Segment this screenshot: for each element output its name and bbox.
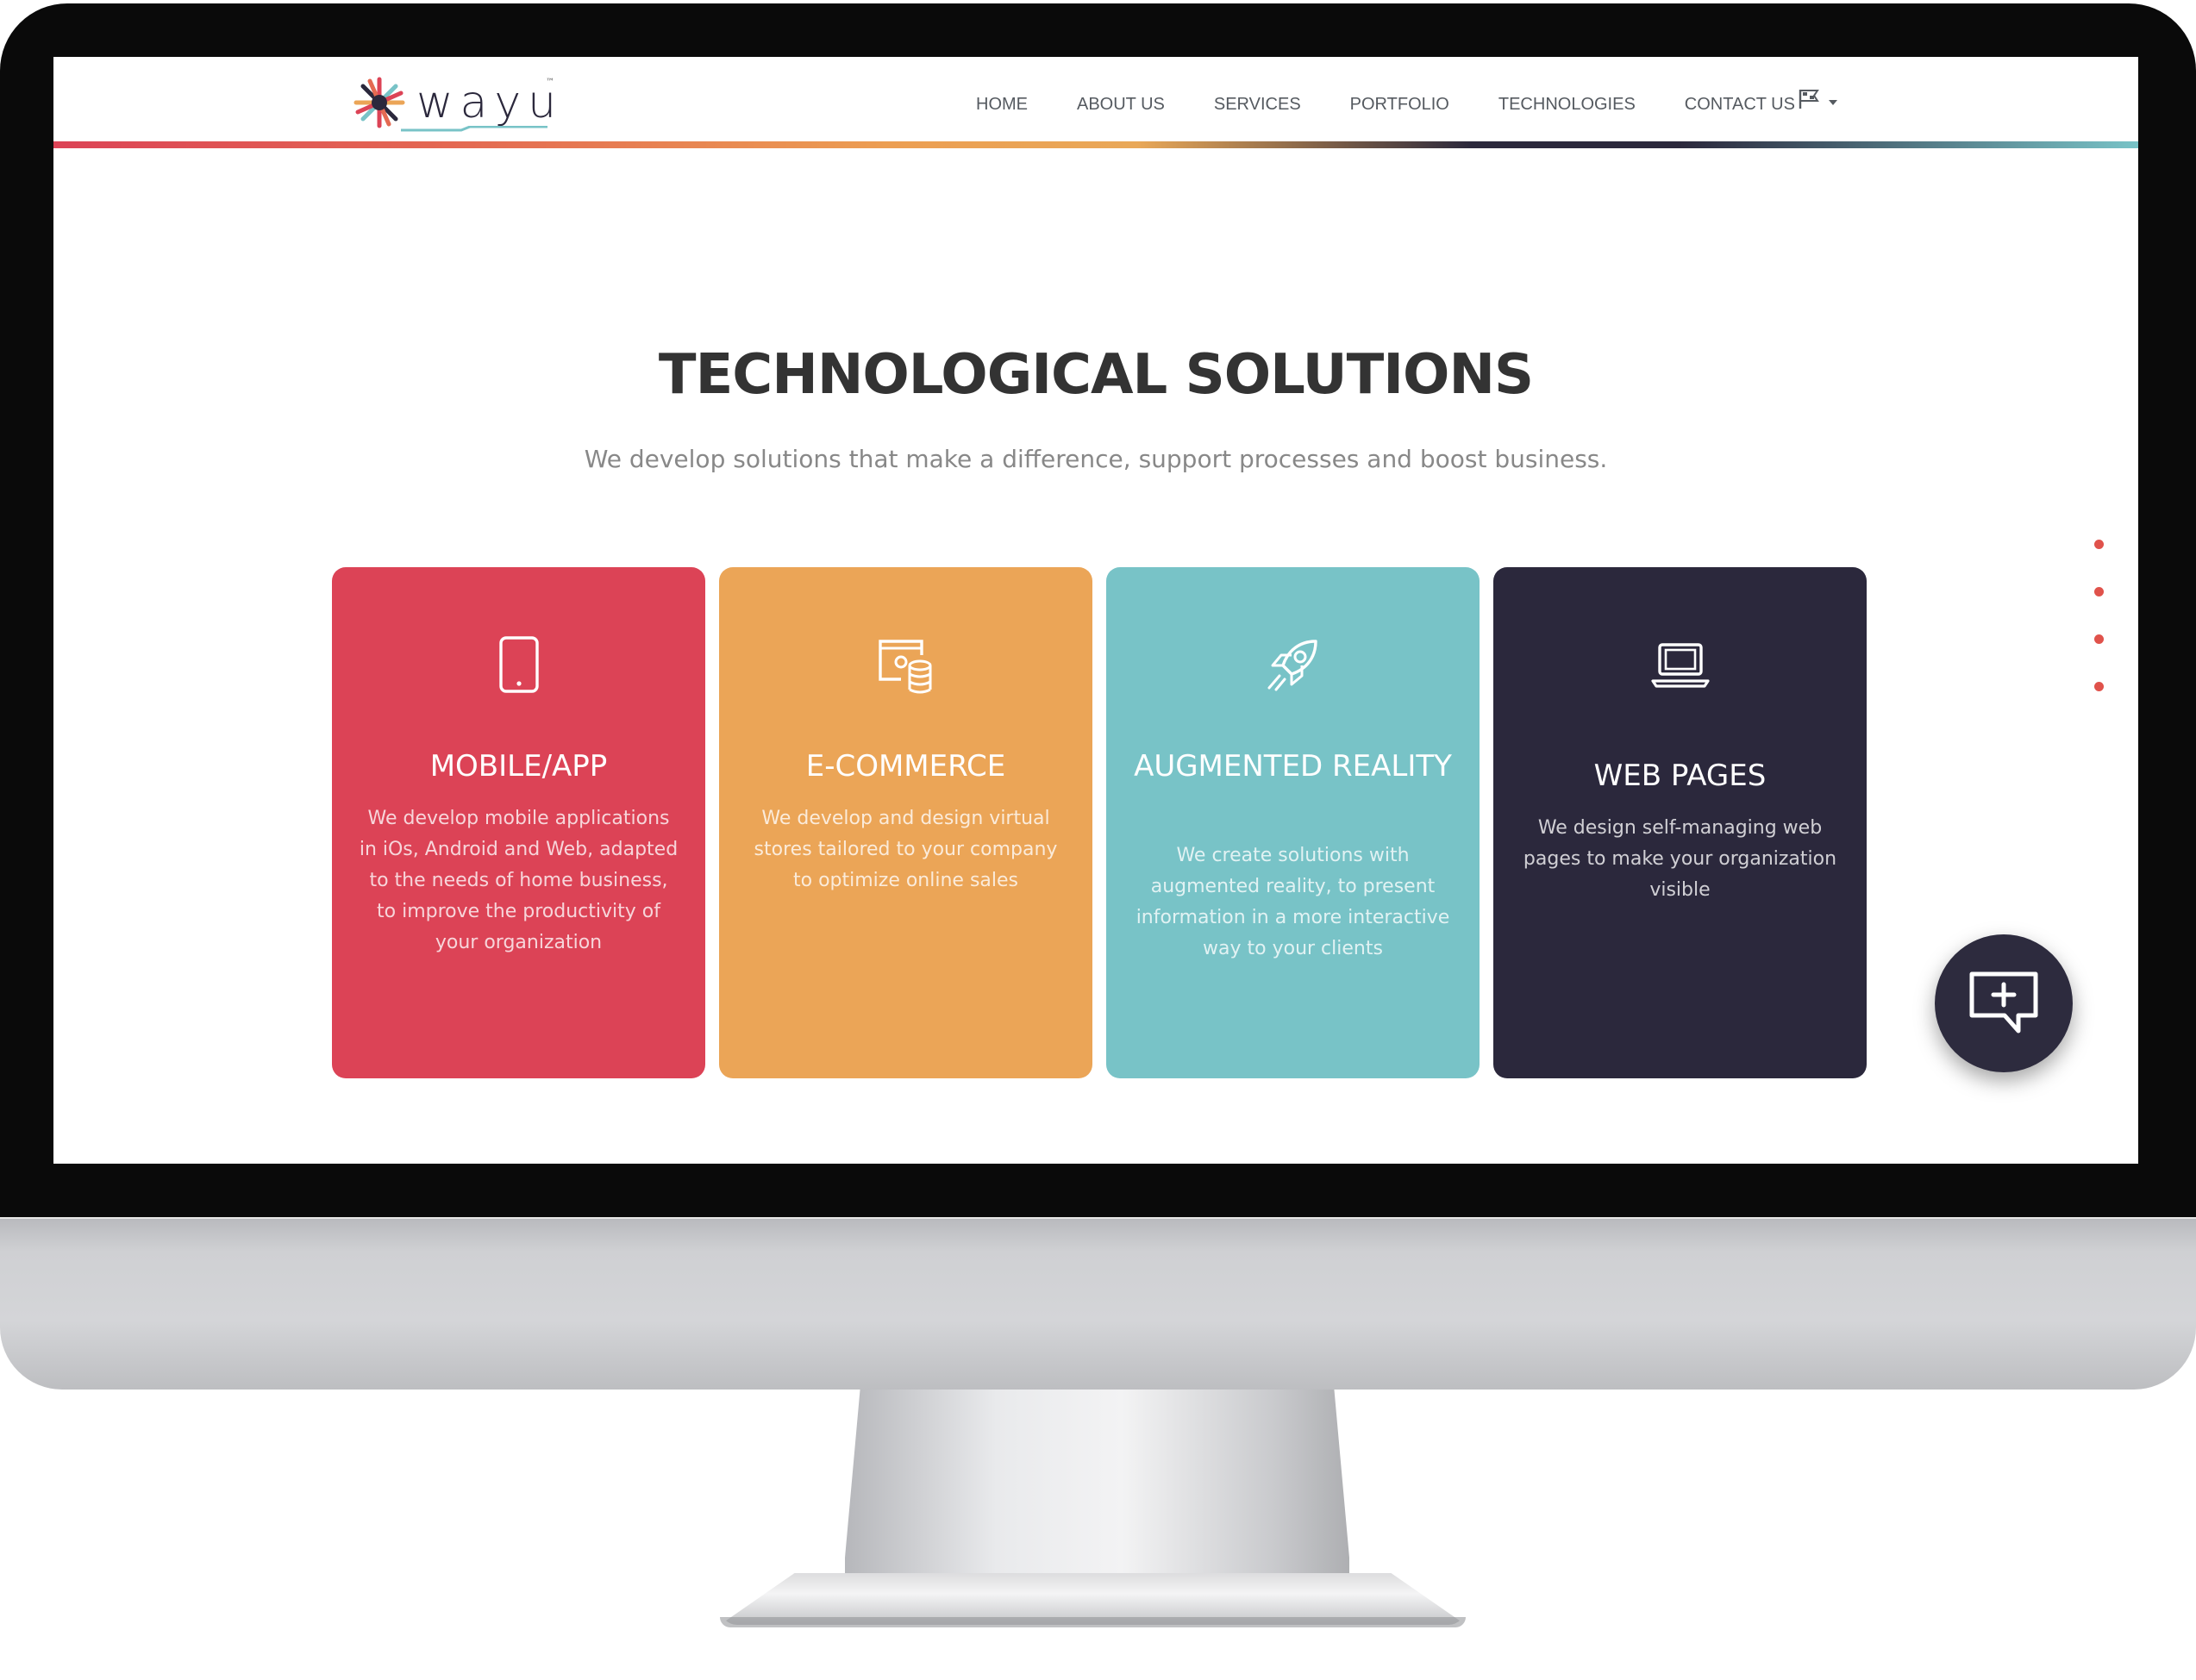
language-dropdown[interactable] — [1797, 88, 1840, 114]
nav-menu: HOME ABOUT US SERVICES PORTFOLIO TECHNOL… — [976, 91, 1844, 117]
section-dot[interactable] — [2094, 587, 2104, 596]
chevron-down-icon — [1829, 100, 1837, 105]
logo-burst-icon — [353, 77, 405, 128]
card-title: WEB PAGES — [1593, 759, 1767, 793]
gradient-divider — [53, 141, 2138, 148]
chat-add-icon — [1969, 971, 2038, 1034]
navbar: wayu ™ HOME ABOUT US SERVICES PORTFOLIO … — [53, 57, 2138, 143]
nav-item-home[interactable]: HOME — [976, 91, 1028, 117]
brand-logo[interactable]: wayu ™ — [349, 72, 556, 133]
logo-text: wayu — [416, 77, 564, 128]
nav-item-about-us[interactable]: ABOUT US — [1077, 91, 1165, 117]
monitor-stand-neck — [845, 1390, 1349, 1605]
laptop-icon — [1650, 643, 1710, 688]
website-screen: wayu ™ HOME ABOUT US SERVICES PORTFOLIO … — [53, 57, 2138, 1164]
card-e-commerce[interactable]: E-COMMERCE We develop and design virtual… — [719, 567, 1092, 1078]
logo-underline — [401, 126, 547, 132]
flag-icon — [1799, 90, 1819, 109]
nav-item-contact-us[interactable]: CONTACT US — [1685, 91, 1795, 117]
card-description: We develop and design virtual stores tai… — [754, 808, 1058, 891]
chat-button[interactable] — [1935, 934, 2073, 1072]
monitor-chin — [0, 1217, 2196, 1390]
section-dot[interactable] — [2094, 682, 2104, 691]
store-database-icon — [878, 640, 931, 694]
card-mobile-app[interactable]: MOBILE/APP We develop mobile application… — [332, 567, 705, 1078]
section-nav-dots — [2094, 540, 2104, 729]
section-dot[interactable] — [2094, 540, 2104, 549]
card-title: E-COMMERCE — [805, 749, 1006, 784]
card-description: We create solutions with augmented reali… — [1136, 845, 1450, 959]
rocket-icon — [1267, 640, 1317, 691]
section-title: TECHNOLOGICAL SOLUTIONS — [658, 343, 1534, 407]
section-subtitle: We develop solutions that make a differe… — [584, 445, 1608, 473]
logo-trademark: ™ — [546, 78, 554, 87]
card-augmented-reality[interactable]: AUGMENTED REALITY We create solutions wi… — [1106, 567, 1480, 1078]
card-description: We design self-managing web pages to mak… — [1523, 817, 1837, 901]
card-description: We develop mobile applications in iOs, A… — [359, 808, 679, 953]
card-title: MOBILE/APP — [429, 749, 608, 784]
nav-item-services[interactable]: SERVICES — [1214, 91, 1301, 117]
section-dot[interactable] — [2094, 634, 2104, 644]
monitor-stand-shadow — [720, 1617, 1466, 1627]
nav-item-technologies[interactable]: TECHNOLOGIES — [1498, 91, 1636, 117]
card-web-pages[interactable]: WEB PAGES We design self-managing web pa… — [1493, 567, 1867, 1078]
card-title: AUGMENTED REALITY — [1134, 749, 1452, 784]
tablet-icon — [498, 636, 539, 693]
nav-item-portfolio[interactable]: PORTFOLIO — [1350, 91, 1449, 117]
